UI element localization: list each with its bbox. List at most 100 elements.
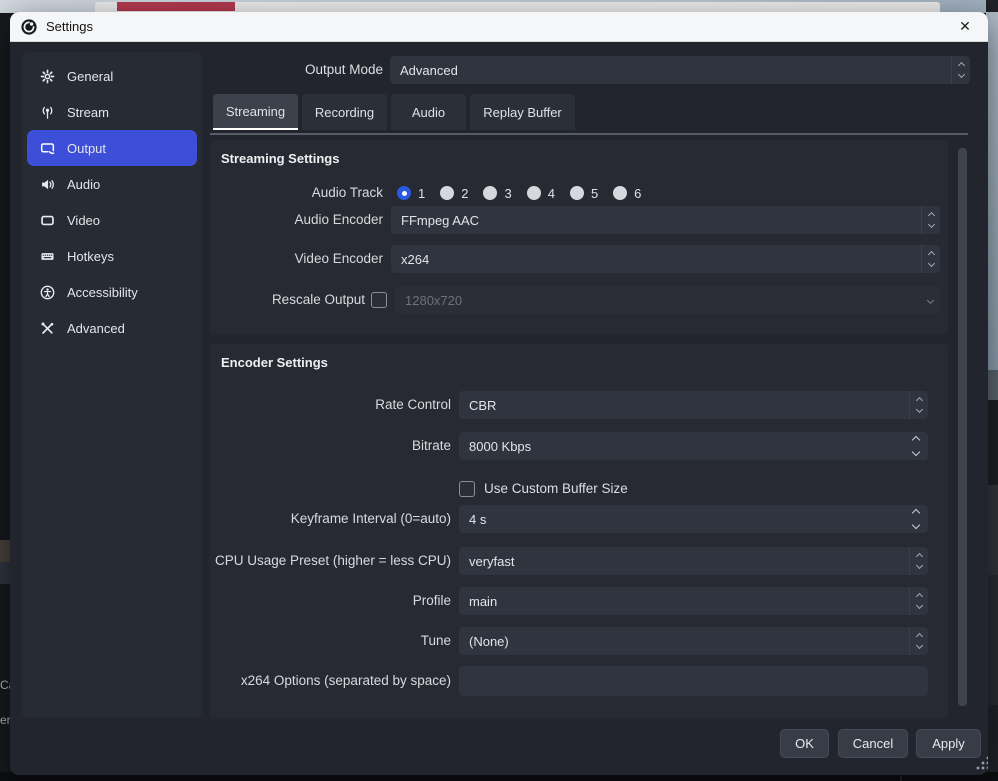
output-mode-label: Output Mode [183,56,383,84]
profile-value: main [459,594,497,609]
keyboard-icon [40,249,55,264]
rescale-output-checkbox[interactable] [371,292,387,308]
sidebar-item-general[interactable]: General [27,58,197,94]
bitrate-label: Bitrate [210,432,451,460]
profile-label: Profile [210,587,451,615]
keyframe-interval-spinbox[interactable]: 4 s [459,505,928,533]
vertical-scrollbar[interactable] [958,148,967,706]
rate-control-value: CBR [459,398,496,413]
radio-label: 2 [461,186,468,201]
profile-select[interactable]: main [459,587,928,615]
gear-icon [40,69,55,84]
tune-select[interactable]: (None) [459,627,928,655]
ok-button[interactable]: OK [780,729,829,758]
audio-encoder-select[interactable]: FFmpeg AAC [391,206,940,234]
cpu-preset-label: CPU Usage Preset (higher = less CPU) [210,547,451,575]
title-bar[interactable]: Settings ✕ [10,12,988,42]
antenna-icon [40,105,55,120]
resize-grip[interactable] [976,756,988,770]
encoder-settings-title: Encoder Settings [221,355,328,370]
chevron-updown-icon[interactable] [951,56,970,84]
keyframe-interval-value: 4 s [459,512,486,527]
tab-label: Streaming [226,104,285,119]
tab-streaming[interactable]: Streaming [213,94,298,130]
accessibility-icon [40,285,55,300]
sidebar-item-audio[interactable]: Audio [27,166,197,202]
radio-track-6[interactable] [613,186,627,200]
sidebar-item-label: General [67,69,113,84]
radio-track-1[interactable] [397,186,411,200]
radio-label: 5 [591,186,598,201]
spinner-updown-icon[interactable] [904,505,928,533]
obs-logo-icon [21,19,37,35]
streaming-settings-panel: Streaming Settings Audio Track 1 2 3 4 5… [210,140,948,334]
sidebar-item-label: Hotkeys [67,249,114,264]
chevron-down-icon [921,286,940,314]
radio-track-3[interactable] [483,186,497,200]
cpu-preset-select[interactable]: veryfast [459,547,928,575]
chevron-updown-icon[interactable] [921,245,940,273]
chevron-updown-icon[interactable] [909,627,928,655]
video-encoder-label: Video Encoder [210,245,383,273]
output-mode-select[interactable]: Advanced [390,56,970,84]
sidebar-item-advanced[interactable]: Advanced [27,310,197,346]
settings-sidebar: General Stream Output [22,52,202,718]
video-encoder-select[interactable]: x264 [391,245,940,273]
radio-label: 1 [418,186,425,201]
bitrate-spinbox[interactable]: 8000 Kbps [459,432,928,460]
encoder-settings-panel: Encoder Settings Rate Control CBR Bitrat… [210,344,948,718]
sidebar-item-accessibility[interactable]: Accessibility [27,274,197,310]
video-encoder-value: x264 [391,252,429,267]
sidebar-item-label: Video [67,213,100,228]
tab-audio[interactable]: Audio [391,94,466,130]
sidebar-item-label: Output [67,141,106,156]
rate-control-select[interactable]: CBR [459,391,928,419]
custom-buffer-checkbox[interactable] [459,481,475,497]
sidebar-item-label: Stream [67,105,109,120]
cancel-button[interactable]: Cancel [838,729,908,758]
sidebar-item-output[interactable]: Output [27,130,197,166]
sidebar-item-stream[interactable]: Stream [27,94,197,130]
keyframe-interval-label: Keyframe Interval (0=auto) [210,505,451,533]
radio-track-5[interactable] [570,186,584,200]
settings-dialog: Settings ✕ General Stream [10,12,988,775]
radio-label: 3 [504,186,511,201]
radio-label: 4 [548,186,555,201]
bitrate-value: 8000 Kbps [459,439,531,454]
radio-label: 6 [634,186,641,201]
chevron-updown-icon[interactable] [921,206,940,234]
chevron-updown-icon[interactable] [909,391,928,419]
window-title: Settings [46,19,93,34]
tab-recording[interactable]: Recording [302,94,387,130]
rate-control-label: Rate Control [210,391,451,419]
tab-label: Replay Buffer [483,105,562,120]
sidebar-item-hotkeys[interactable]: Hotkeys [27,238,197,274]
streaming-settings-title: Streaming Settings [221,151,339,166]
audio-encoder-value: FFmpeg AAC [391,213,479,228]
radio-track-4[interactable] [527,186,541,200]
audio-encoder-label: Audio Encoder [210,206,383,234]
rescale-resolution-select: 1280x720 [395,286,940,314]
chevron-updown-icon[interactable] [909,547,928,575]
radio-track-2[interactable] [440,186,454,200]
custom-buffer-label: Use Custom Buffer Size [484,475,628,503]
chevron-updown-icon[interactable] [909,587,928,615]
tab-label: Audio [412,105,445,120]
x264-options-input[interactable] [459,666,928,696]
x264-options-label: x264 Options (separated by space) [210,666,451,696]
sidebar-item-label: Advanced [67,321,125,336]
sidebar-item-label: Accessibility [67,285,138,300]
spinner-updown-icon[interactable] [904,432,928,460]
tab-replay-buffer[interactable]: Replay Buffer [470,94,575,130]
close-icon[interactable]: ✕ [954,16,976,38]
monitor-icon [40,213,55,228]
apply-button[interactable]: Apply [916,729,981,758]
cpu-preset-value: veryfast [459,554,515,569]
tab-divider [210,133,968,135]
sidebar-item-video[interactable]: Video [27,202,197,238]
background-red-strip [117,2,235,11]
audio-track-radio-group: 1 2 3 4 5 6 [397,179,649,207]
tune-value: (None) [459,634,509,649]
speaker-icon [40,177,55,192]
tune-label: Tune [210,627,451,655]
